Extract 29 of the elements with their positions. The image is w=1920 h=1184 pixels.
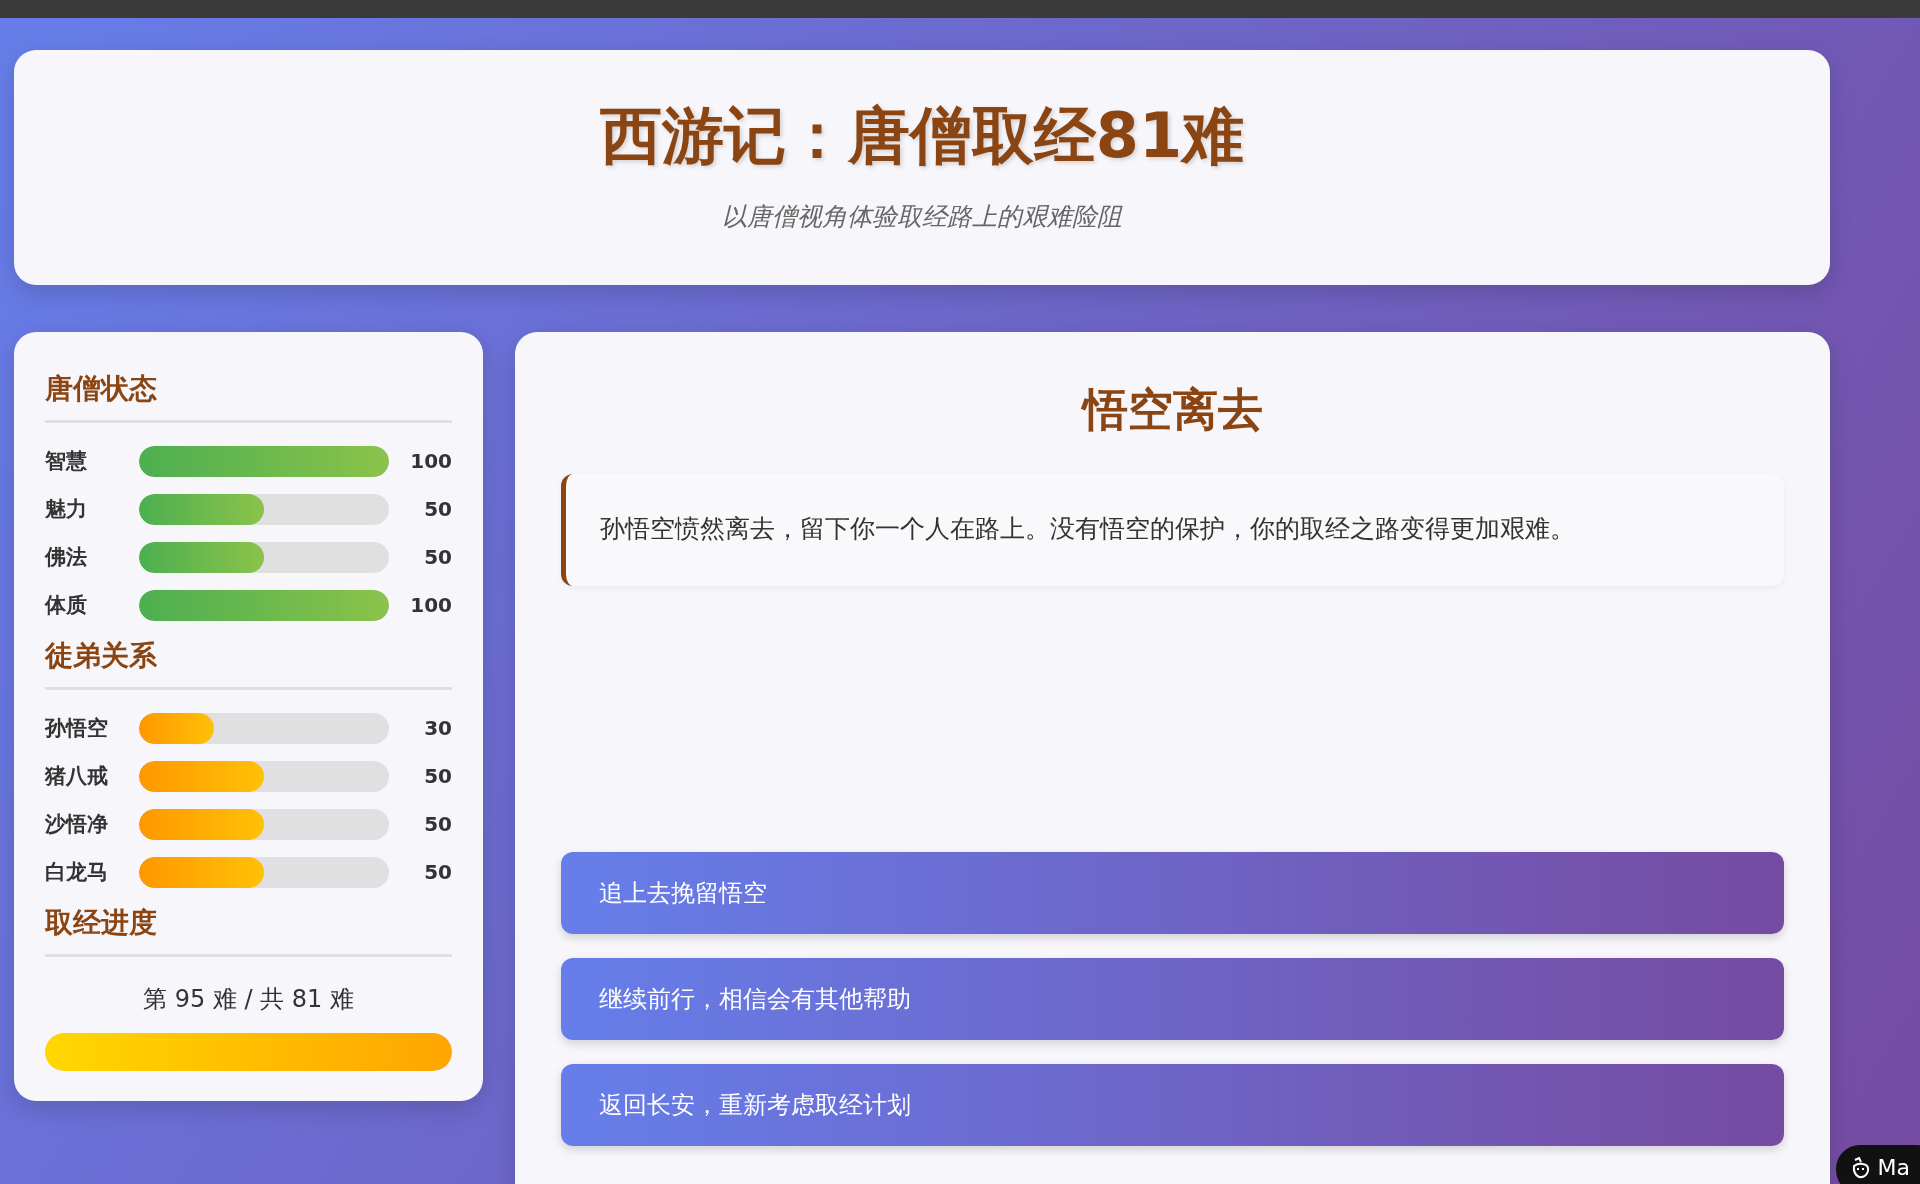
choice-button[interactable]: 返回长安，重新考虑取经计划 [561,1064,1784,1146]
stat-label: 孙悟空 [45,715,109,742]
stat-label: 白龙马 [45,859,109,886]
stat-value: 30 [423,716,452,740]
stat-value: 100 [409,593,452,617]
stat-value: 50 [423,812,452,836]
corner-badge[interactable]: Ma [1835,1145,1920,1184]
stat-label: 体质 [45,592,88,619]
choice-button[interactable]: 继续前行，相信会有其他帮助 [561,958,1784,1040]
stat-label: 智慧 [45,448,88,475]
progress-text: 第 95 难 / 共 81 难 [142,984,355,1015]
scene-title: 悟空离去 [1080,382,1264,438]
stat-value: 50 [423,545,452,569]
section-heading: 取经进度 [45,904,452,957]
stat-label: 魅力 [45,496,88,523]
choice-button[interactable]: 追上去挽留悟空 [561,852,1784,934]
stat-label: 猪八戒 [45,763,109,790]
scene-description: 孙悟空愤然离去，留下你一个人在路上。没有悟空的保护，你的取经之路变得更加艰难。 [600,513,1576,545]
game-title: 西游记：唐僧取经81难 [598,98,1246,174]
stat-value: 50 [423,764,452,788]
badge-label: Ma [1877,1155,1910,1180]
stat-value: 50 [423,860,452,884]
stat-label: 沙悟净 [45,811,109,838]
stat-label: 佛法 [45,544,88,571]
section-heading: 唐僧状态 [45,370,452,423]
stat-value: 100 [409,449,452,473]
stat-value: 50 [423,497,452,521]
game-subtitle: 以唐僧视角体验取经路上的艰难险阻 [721,201,1124,233]
section-heading: 徒弟关系 [45,637,452,690]
